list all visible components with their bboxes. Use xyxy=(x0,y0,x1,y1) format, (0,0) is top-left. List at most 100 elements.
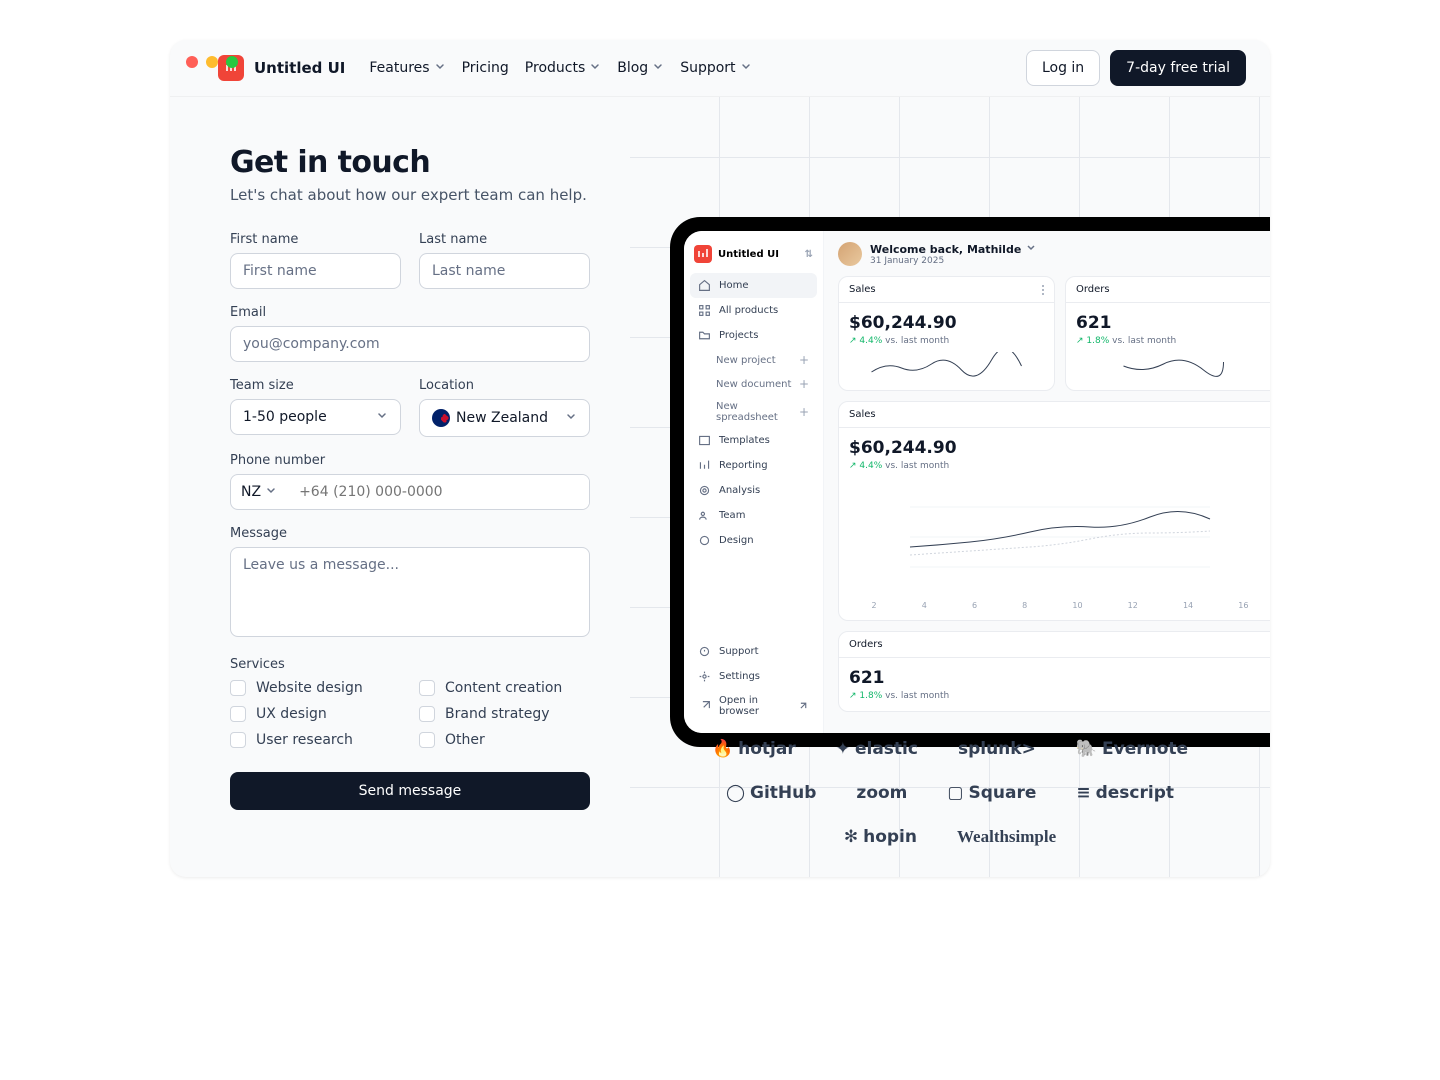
nav-features[interactable]: Features xyxy=(369,60,445,76)
logo-hopin: ✻hopin xyxy=(844,827,917,847)
sidebar-item-open-browser[interactable]: Open in browser xyxy=(690,689,817,723)
sidebar-item-settings[interactable]: Settings xyxy=(690,664,817,689)
page-title: Get in touch xyxy=(230,145,590,180)
target-icon xyxy=(698,484,711,497)
message-textarea[interactable] xyxy=(230,547,590,637)
service-website-design[interactable]: Website design xyxy=(230,680,401,696)
orders-value: 621 xyxy=(1076,313,1270,333)
chevron-down-icon xyxy=(376,409,388,425)
hero-illustration: Untitled UI ⇅ Home All products Projects… xyxy=(630,97,1270,877)
app-sidebar: Untitled UI ⇅ Home All products Projects… xyxy=(684,231,824,733)
sales-value: $60,244.90 xyxy=(849,313,1044,333)
external-link-icon xyxy=(698,700,711,713)
chevron-down-icon xyxy=(434,60,446,76)
service-other[interactable]: Other xyxy=(419,732,590,748)
phone-field: NZ xyxy=(230,474,590,510)
logo-elastic: ✦elastic xyxy=(836,739,918,759)
nav-blog[interactable]: Blog xyxy=(617,60,664,76)
sidebar-item-analysis[interactable]: Analysis xyxy=(690,478,817,503)
phone-label: Phone number xyxy=(230,453,590,468)
nav-products[interactable]: Products xyxy=(525,60,601,76)
plus-icon: + xyxy=(799,405,809,419)
sales-card: Sales $60,244.90 ↗ 4.4% vs. last month xyxy=(838,276,1055,391)
sales-label: Sales xyxy=(849,284,876,295)
logo-hotjar: 🔥hotjar xyxy=(712,739,796,759)
gear-icon xyxy=(698,670,711,683)
logo-splunk: splunk> xyxy=(958,739,1036,759)
location-select[interactable]: New Zealand xyxy=(419,399,590,437)
last-name-input[interactable] xyxy=(419,253,590,289)
partner-logos: 🔥hotjar ✦elastic splunk> 🐘Evernote ◯GitH… xyxy=(630,739,1270,847)
contact-form-panel: Get in touch Let's chat about how our ex… xyxy=(170,97,630,877)
chevron-down-icon xyxy=(740,60,752,76)
nav-menu: Features Pricing Products Blog Support xyxy=(369,60,751,76)
help-icon xyxy=(698,645,711,658)
first-name-input[interactable] xyxy=(230,253,401,289)
phone-input[interactable] xyxy=(287,475,589,509)
app-logo-icon xyxy=(694,245,712,263)
services-label: Services xyxy=(230,657,590,672)
service-brand-strategy[interactable]: Brand strategy xyxy=(419,706,590,722)
sidebar-item-team[interactable]: Team xyxy=(690,503,817,528)
chevron-down-icon[interactable] xyxy=(1025,241,1037,256)
orders-label: Orders xyxy=(1076,284,1110,295)
logo-evernote: 🐘Evernote xyxy=(1076,739,1188,759)
home-icon xyxy=(698,279,711,292)
nz-flag-icon xyxy=(432,409,450,427)
last-name-label: Last name xyxy=(419,232,590,247)
sparkline-icon xyxy=(1076,352,1270,380)
sidebar-item-reporting[interactable]: Reporting xyxy=(690,453,817,478)
chart-xticks: 246810121416 xyxy=(849,601,1270,610)
service-content-creation[interactable]: Content creation xyxy=(419,680,590,696)
selector-icon[interactable]: ⇅ xyxy=(805,249,813,260)
send-message-button[interactable]: Send message xyxy=(230,772,590,810)
sidebar-item-templates[interactable]: Templates xyxy=(690,428,817,453)
brand-name: Untitled UI xyxy=(254,59,345,77)
logo-square: ▢Square xyxy=(947,783,1036,803)
service-ux-design[interactable]: UX design xyxy=(230,706,401,722)
sidebar-sub-new-document[interactable]: New document+ xyxy=(690,372,817,396)
nav-pricing[interactable]: Pricing xyxy=(462,60,509,76)
top-nav: Untitled UI Features Pricing Products Bl… xyxy=(170,40,1270,97)
palette-icon xyxy=(698,534,711,547)
nav-support[interactable]: Support xyxy=(680,60,751,76)
orders-delta: ↗ 1.8% vs. last month xyxy=(1076,336,1270,346)
chevron-down-icon xyxy=(265,484,277,500)
external-link-icon xyxy=(796,700,809,713)
welcome-text: Welcome back, Mathilde xyxy=(870,241,1037,256)
plus-icon: + xyxy=(799,353,809,367)
app-main: Welcome back, Mathilde 31 January 2025 S… xyxy=(824,231,1270,733)
sales-chart-card: Sales $60,244.90 ↗ 4.4% vs. last month xyxy=(838,401,1270,621)
sidebar-item-all-products[interactable]: All products xyxy=(690,298,817,323)
orders-chart-card: Orders 621 ↗ 1.8% vs. last month xyxy=(838,631,1270,712)
sidebar-item-support[interactable]: Support xyxy=(690,639,817,664)
orders-card: Orders 621 ↗ 1.8% vs. last month xyxy=(1065,276,1270,391)
team-size-select[interactable]: 1-50 people xyxy=(230,399,401,435)
sidebar-sub-new-spreadsheet[interactable]: New spreadsheet+ xyxy=(690,396,817,428)
chevron-down-icon xyxy=(652,60,664,76)
logo-github: ◯GitHub xyxy=(726,783,816,803)
grid-icon xyxy=(698,304,711,317)
sidebar-sub-new-project[interactable]: New project+ xyxy=(690,348,817,372)
email-input[interactable] xyxy=(230,326,590,362)
team-size-label: Team size xyxy=(230,378,401,393)
welcome-date: 31 January 2025 xyxy=(870,256,1037,266)
sidebar-item-design[interactable]: Design xyxy=(690,528,817,553)
login-button[interactable]: Log in xyxy=(1026,50,1100,86)
service-user-research[interactable]: User research xyxy=(230,732,401,748)
country-code-select[interactable]: NZ xyxy=(231,475,287,509)
more-icon[interactable] xyxy=(1042,284,1044,295)
page-subtitle: Let's chat about how our expert team can… xyxy=(230,186,590,204)
logo-zoom: zoom xyxy=(856,783,907,803)
app-brand: Untitled UI ⇅ xyxy=(690,241,817,273)
sidebar-item-home[interactable]: Home xyxy=(690,273,817,298)
first-name-label: First name xyxy=(230,232,401,247)
message-label: Message xyxy=(230,526,590,541)
logo-descript: ≡descript xyxy=(1076,783,1174,803)
avatar[interactable] xyxy=(838,242,862,266)
email-label: Email xyxy=(230,305,590,320)
sidebar-item-projects[interactable]: Projects xyxy=(690,323,817,348)
layers-icon xyxy=(698,434,711,447)
location-label: Location xyxy=(419,378,590,393)
trial-button[interactable]: 7-day free trial xyxy=(1110,50,1246,86)
